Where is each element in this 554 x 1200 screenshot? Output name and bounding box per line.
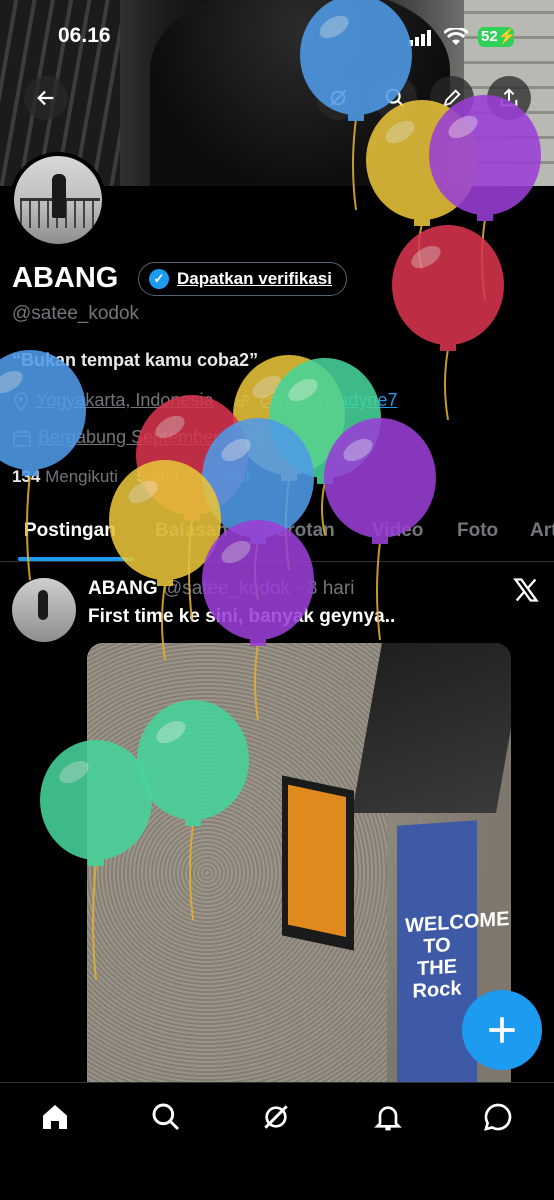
battery-badge: 52⚡ bbox=[478, 27, 516, 47]
followers-link[interactable]: 5.264 Pengikut bbox=[137, 467, 250, 486]
link-icon bbox=[237, 394, 250, 407]
status-time: 06.16 bbox=[58, 24, 111, 47]
search-icon bbox=[385, 88, 405, 108]
following-count: 134 bbox=[12, 467, 41, 486]
balloon bbox=[269, 358, 381, 536]
verified-badge-icon: ✓ bbox=[149, 269, 169, 289]
profile-bio: “Bukan tempat kamu coba2” bbox=[12, 350, 259, 370]
profile-screen: 06.16 52⚡ ABANG ✓ Dapatkan verifikasi @s… bbox=[0, 0, 554, 1200]
plus-icon bbox=[489, 1017, 515, 1043]
profile-avatar[interactable] bbox=[10, 152, 106, 248]
edit-icon bbox=[443, 89, 461, 107]
message-icon[interactable] bbox=[482, 1101, 514, 1133]
calendar-icon bbox=[13, 429, 31, 447]
post-time: · 3 hari bbox=[295, 578, 355, 599]
edit-button[interactable] bbox=[430, 76, 474, 120]
location-icon bbox=[14, 391, 28, 411]
post-image[interactable]: WELCOME TO THE Rock bbox=[87, 643, 511, 1103]
grok-nav-icon[interactable] bbox=[260, 1101, 292, 1133]
image-menu-frame bbox=[282, 775, 354, 951]
get-verified-label: Dapatkan verifikasi bbox=[177, 269, 332, 288]
profile-website-link[interactable]: carrd.site/adyne7 bbox=[259, 390, 397, 411]
profile-location: Yogyakarta, Indonesia bbox=[36, 390, 214, 410]
profile-tabs: Postingan Balasan Sorotan Video Foto Art… bbox=[0, 510, 554, 562]
wifi-icon bbox=[444, 28, 468, 45]
tab-foto[interactable]: Foto bbox=[457, 520, 498, 542]
back-button[interactable] bbox=[24, 76, 68, 120]
tab-postingan[interactable]: Postingan bbox=[24, 520, 116, 542]
grok-icon bbox=[329, 89, 347, 107]
tab-artikel[interactable]: Artikel bbox=[530, 520, 554, 542]
post-header: ABANG @satee_kodok · 3 hari bbox=[88, 578, 354, 600]
tab-balasan[interactable]: Balasan bbox=[155, 520, 228, 542]
profile-handle: @satee_kodok bbox=[12, 303, 140, 324]
search-nav-icon[interactable] bbox=[150, 1101, 182, 1133]
post-author[interactable]: ABANG bbox=[88, 578, 158, 599]
followers-label: Pengikut bbox=[184, 467, 251, 486]
grok-button[interactable] bbox=[316, 76, 360, 120]
profile-joined: Bergabung September 2023 bbox=[38, 427, 265, 447]
followers-count: 5.264 bbox=[136, 467, 180, 486]
tab-video[interactable]: Video bbox=[372, 520, 423, 542]
avatar-figure bbox=[52, 174, 66, 218]
image-menu-board bbox=[288, 784, 346, 937]
following-link[interactable]: 134 Mengikuti bbox=[12, 467, 118, 486]
bottom-nav bbox=[0, 1082, 554, 1200]
post-avatar-figure bbox=[38, 590, 48, 620]
post-text: First time ke sini, banyak geynya.. bbox=[88, 606, 396, 627]
following-label: Mengikuti bbox=[45, 467, 118, 486]
profile-joined-row: Bergabung September 2023 bbox=[12, 427, 264, 448]
home-icon[interactable] bbox=[39, 1101, 71, 1133]
profile-meta-row: Yogyakarta, Indonesia carrd.site/adyne7 bbox=[12, 390, 398, 411]
status-bar: 06.16 52⚡ bbox=[0, 20, 554, 54]
image-sign-banner: WELCOME TO THE Rock bbox=[397, 820, 510, 1103]
signal-icon bbox=[409, 30, 431, 46]
profile-name: ABANG bbox=[12, 262, 119, 294]
bell-icon[interactable] bbox=[372, 1101, 404, 1133]
compose-button[interactable] bbox=[462, 990, 542, 1070]
active-tab-indicator bbox=[18, 557, 134, 561]
get-verified-button[interactable]: ✓ Dapatkan verifikasi bbox=[138, 262, 347, 296]
tab-sorotan[interactable]: Sorotan bbox=[263, 520, 335, 542]
battery-level: 52 bbox=[481, 28, 498, 45]
follow-stats: 134 Mengikuti 5.264 Pengikut bbox=[12, 467, 250, 487]
share-button[interactable] bbox=[487, 76, 531, 120]
image-sign-text: WELCOME TO THE Rock bbox=[405, 907, 510, 1003]
search-button[interactable] bbox=[373, 76, 417, 120]
balloon bbox=[392, 225, 504, 421]
share-icon bbox=[500, 88, 518, 107]
back-icon bbox=[37, 90, 54, 106]
post-handle: @satee_kodok bbox=[162, 578, 290, 599]
post-avatar[interactable] bbox=[12, 578, 76, 642]
x-logo-icon bbox=[513, 578, 539, 602]
